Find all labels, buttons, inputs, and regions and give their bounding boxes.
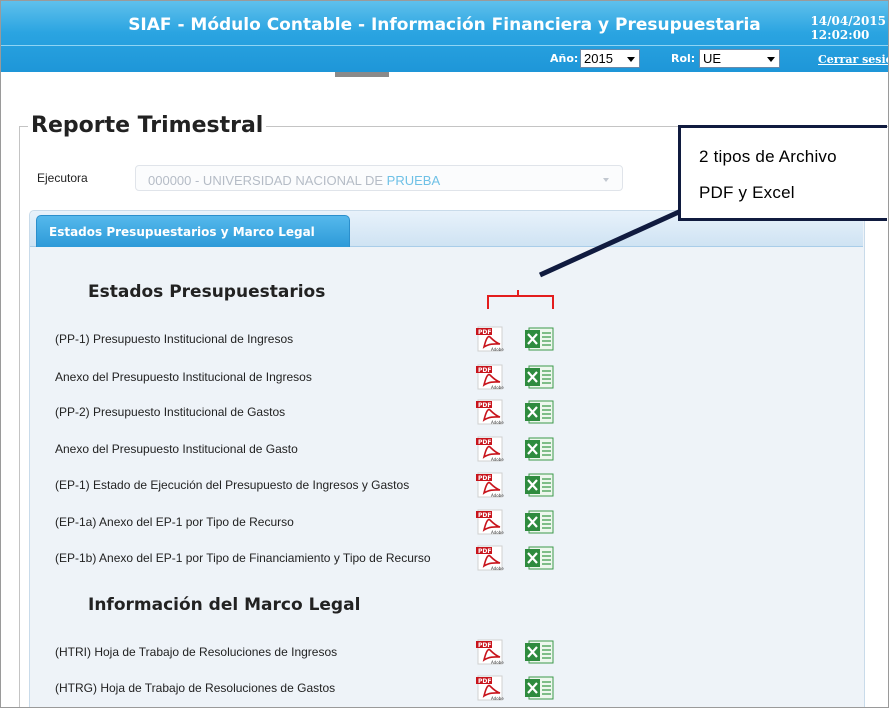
annotation-callout: [678, 125, 887, 221]
callout-line-2: PDF y Excel: [699, 183, 795, 202]
callout-pointer: [538, 208, 683, 278]
app-window: SIAF - Módulo Contable - Información Fin…: [0, 0, 889, 708]
callout-line-1: 2 tipos de Archivo: [699, 147, 837, 166]
